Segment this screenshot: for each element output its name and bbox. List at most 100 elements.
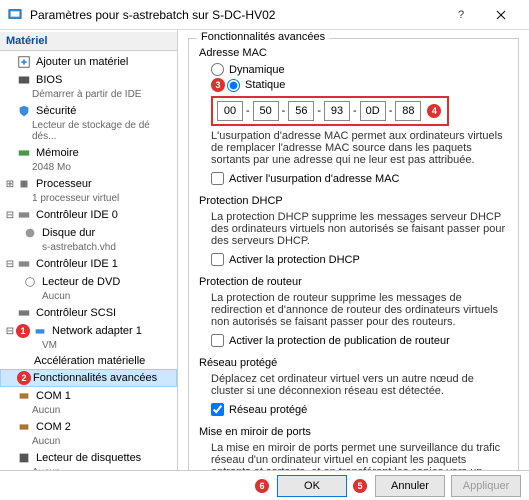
annotation-marker-1: 1 — [16, 324, 30, 338]
window-title: Paramètres pour s-astrebatch sur S-DC-HV… — [30, 8, 441, 22]
tree-com2[interactable]: COM 2 — [0, 418, 177, 436]
window-close-button[interactable] — [481, 0, 521, 30]
dhcp-title: Protection DHCP — [199, 195, 508, 207]
dialog-footer: 6 OK 5 Annuler Appliquer — [0, 470, 529, 500]
mac-static-radio[interactable] — [227, 79, 240, 92]
mac-oct1[interactable] — [217, 101, 243, 121]
tree-floppy[interactable]: Lecteur de disquettes — [0, 449, 177, 467]
tree-sub: Lecteur de stockage de dé dés... — [0, 120, 177, 144]
tree-label: Lecteur de disquettes — [36, 452, 141, 464]
mac-static-row[interactable]: 3 Statique — [211, 78, 508, 92]
mac-oct3[interactable] — [288, 101, 314, 121]
apply-button[interactable]: Appliquer — [451, 475, 521, 497]
tree-sub: Aucun — [0, 467, 177, 470]
tree-label: Processeur — [36, 178, 92, 190]
tree-label: Contrôleur IDE 1 — [36, 258, 118, 270]
mac-static-label: Statique — [245, 79, 285, 91]
tree-label: Sécurité — [36, 105, 76, 117]
protected-network-group: Réseau protégé Déplacez cet ordinateur v… — [199, 357, 508, 416]
tree-label: Lecteur de DVD — [42, 276, 120, 288]
hardware-section-header: Matériel — [0, 32, 177, 51]
processor-icon — [16, 176, 32, 192]
scsi-icon — [16, 305, 32, 321]
tree-sub: VM — [0, 340, 177, 353]
router-checkbox[interactable] — [211, 334, 224, 347]
network-icon — [32, 323, 48, 339]
cancel-button[interactable]: Annuler — [375, 475, 445, 497]
disk-icon — [22, 225, 38, 241]
port-mirror-group: Mise en miroir de ports La mise en miroi… — [199, 426, 508, 470]
collapse-toggle[interactable]: ⊟ — [4, 210, 16, 221]
annotation-marker-5: 5 — [353, 479, 367, 493]
tree-hdd[interactable]: Disque dur — [0, 224, 177, 242]
tree-advanced-features[interactable]: 2 Fonctionnalités avancées — [0, 369, 177, 387]
security-icon — [16, 103, 32, 119]
dvd-icon — [22, 274, 38, 290]
mirror-title: Mise en miroir de ports — [199, 426, 508, 438]
mac-spoof-label: Activer l'usurpation d'adresse MAC — [229, 173, 400, 185]
ok-button[interactable]: OK — [277, 475, 347, 497]
mac-spoof-desc: L'usurpation d'adresse MAC permet aux or… — [211, 130, 508, 166]
settings-panel: Fonctionnalités avancées Adresse MAC Dyn… — [178, 30, 529, 470]
dhcp-checkbox[interactable] — [211, 253, 224, 266]
mac-title: Adresse MAC — [199, 47, 508, 59]
tree-label: Contrôleur IDE 0 — [36, 209, 118, 221]
tree-label: Mémoire — [36, 147, 79, 159]
dash: - — [386, 105, 396, 117]
protected-desc: Déplacez cet ordinateur virtuel vers un … — [211, 373, 508, 397]
mac-dynamic-radio[interactable] — [211, 63, 224, 76]
router-check-row[interactable]: Activer la protection de publication de … — [211, 334, 508, 347]
window-help-button[interactable]: ? — [441, 0, 481, 30]
add-hardware-icon — [16, 54, 32, 70]
tree-ide0[interactable]: ⊟ Contrôleur IDE 0 — [0, 206, 177, 224]
mac-oct6[interactable] — [395, 101, 421, 121]
tree-scsi[interactable]: Contrôleur SCSI — [0, 304, 177, 322]
router-desc: La protection de routeur supprime les me… — [211, 292, 508, 328]
protected-label: Réseau protégé — [229, 404, 307, 416]
hardware-header-label: Matériel — [6, 35, 48, 47]
mac-oct4[interactable] — [324, 101, 350, 121]
expand-toggle[interactable]: ⊞ — [4, 179, 16, 190]
bios-icon — [16, 72, 32, 88]
tree-label: Contrôleur SCSI — [36, 307, 116, 319]
tree-hw-accel[interactable]: Accélération matérielle — [0, 353, 177, 369]
collapse-toggle[interactable]: ⊟ — [4, 259, 16, 270]
tree-label: Network adapter 1 — [52, 325, 142, 337]
tree-sub: Aucun — [0, 291, 177, 304]
mac-spoof-check-row[interactable]: Activer l'usurpation d'adresse MAC — [211, 172, 508, 185]
protected-check-row[interactable]: Réseau protégé — [211, 403, 508, 416]
mirror-desc: La mise en miroir de ports permet une su… — [211, 442, 508, 470]
mac-oct5[interactable] — [360, 101, 386, 121]
ide-icon — [16, 207, 32, 223]
tree-network-adapter[interactable]: ⊟ 1 Network adapter 1 — [0, 322, 177, 340]
tree-sub: Aucun — [0, 405, 177, 418]
tree-dvd[interactable]: Lecteur de DVD — [0, 273, 177, 291]
annotation-marker-6: 6 — [255, 479, 269, 493]
tree-bios[interactable]: BIOS — [0, 71, 177, 89]
tree-ide1[interactable]: ⊟ Contrôleur IDE 1 — [0, 255, 177, 273]
mac-dynamic-row[interactable]: Dynamique — [211, 63, 508, 76]
tree-processor[interactable]: ⊞ Processeur — [0, 175, 177, 193]
tree-label: Ajouter un matériel — [36, 56, 128, 68]
tree-sub: Démarrer à partir de IDE — [0, 89, 177, 102]
tree-label: COM 1 — [36, 390, 71, 402]
ide-icon — [16, 256, 32, 272]
mac-dynamic-label: Dynamique — [229, 64, 285, 76]
tree-com1[interactable]: COM 1 — [0, 387, 177, 405]
dhcp-check-row[interactable]: Activer la protection DHCP — [211, 253, 508, 266]
mac-oct2[interactable] — [253, 101, 279, 121]
tree-add-hardware[interactable]: Ajouter un matériel — [0, 53, 177, 71]
memory-icon — [16, 145, 32, 161]
mac-octets: - - - - - 4 — [211, 96, 449, 126]
panel-legend: Fonctionnalités avancées — [197, 31, 329, 43]
tree-sub: s-astrebatch.vhd — [0, 242, 177, 255]
dash: - — [350, 105, 360, 117]
mac-spoof-checkbox[interactable] — [211, 172, 224, 185]
dash: - — [243, 105, 253, 117]
collapse-toggle[interactable]: ⊟ — [4, 326, 16, 337]
tree-memory[interactable]: Mémoire — [0, 144, 177, 162]
protected-checkbox[interactable] — [211, 403, 224, 416]
hardware-tree[interactable]: Matériel Ajouter un matériel BIOS Démarr… — [0, 30, 178, 470]
tree-security[interactable]: Sécurité — [0, 102, 177, 120]
com-icon — [16, 419, 32, 435]
